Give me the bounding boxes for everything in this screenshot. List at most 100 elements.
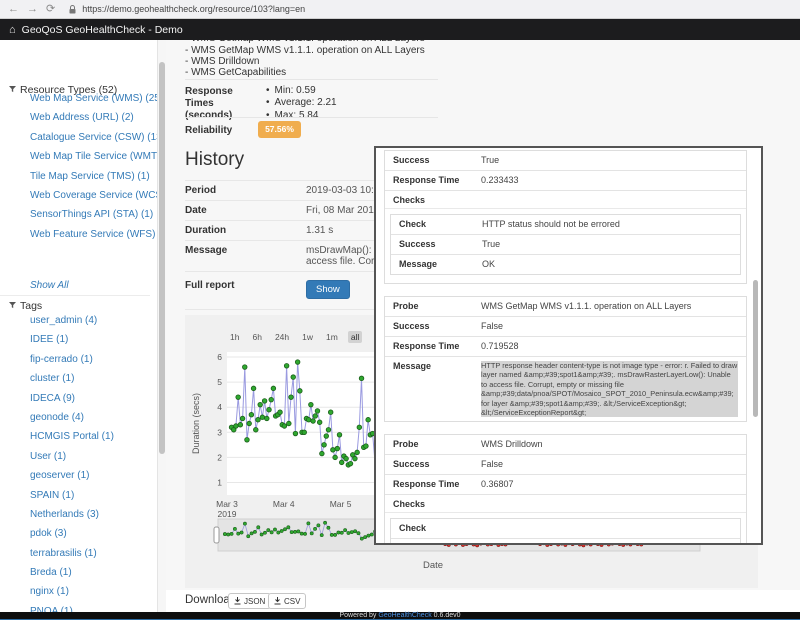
report-row-value: 0.36807 <box>481 479 738 490</box>
svg-text:1: 1 <box>217 477 222 487</box>
report-row-label: Success <box>399 239 482 250</box>
sidebar-item-tag[interactable]: PNOA (1) <box>30 602 114 612</box>
report-row-label: Probe <box>393 301 481 312</box>
report-row: ProbeWMS GetMap WMS v1.1.1. operation on… <box>385 297 746 317</box>
probe-line: - WMS GetMap WMS v1.1.1. operation on AL… <box>185 45 425 56</box>
clipped-probe-line: - WMS GetMap WMS v1.1.1. operation on AL… <box>185 40 435 44</box>
page-scrollbar[interactable] <box>158 40 166 612</box>
report-row-value: HTTP response header content-type is not… <box>481 361 738 417</box>
sidebar-item-resource-type[interactable]: Web Address (URL) (2) <box>30 108 158 127</box>
browser-chrome: ← → ⟳ https://demo.geohealthcheck.org/re… <box>0 0 800 19</box>
section-divider <box>185 79 438 80</box>
report-row: Response Time0.233433 <box>385 171 746 191</box>
download-row: Download: JSON CSV <box>166 590 800 612</box>
show-all-link[interactable]: Show All <box>30 280 69 291</box>
report-block: ProbeWMS GetMap WMS v1.1.1. operation on… <box>384 296 747 422</box>
sidebar-item-resource-type[interactable]: Catalogue Service (CSW) (13) <box>30 128 158 147</box>
sidebar-item-tag[interactable]: IDEE (1) <box>30 330 114 349</box>
report-row-label: Probe <box>393 439 481 450</box>
range-button-1m[interactable]: 1m <box>323 331 341 343</box>
filter-icon <box>9 300 16 312</box>
app-brand[interactable]: GeoQoS GeoHealthCheck - Demo <box>22 24 183 36</box>
sidebar-item-tag[interactable]: nginx (1) <box>30 582 114 601</box>
sidebar-item-resource-type[interactable]: Tile Map Service (TMS) (1) <box>30 167 158 186</box>
home-icon[interactable]: ⌂ <box>9 24 16 36</box>
url-bar[interactable]: https://demo.geohealthcheck.org/resource… <box>82 4 305 14</box>
sidebar-item-resource-type[interactable]: Web Feature Service (WFS) (4) <box>30 225 158 244</box>
report-row: CheckHTTP status should not be errored <box>391 215 740 235</box>
report-row-label: Response Time <box>393 479 481 490</box>
report-row-label: Response Time <box>393 341 481 352</box>
report-row-label: Success <box>393 321 481 332</box>
report-row-value: True <box>482 543 732 545</box>
report-row: Response Time0.36807 <box>385 475 746 495</box>
svg-text:2019: 2019 <box>218 509 237 519</box>
report-row-value: True <box>481 155 738 166</box>
svg-text:4: 4 <box>217 402 222 412</box>
download-icon <box>274 597 281 605</box>
sidebar-item-tag[interactable]: Netherlands (3) <box>30 505 114 524</box>
report-row: ProbeWMS Drilldown <box>385 435 746 455</box>
report-row-value: WMS Drilldown <box>481 439 738 450</box>
report-row: SuccessTrue <box>385 151 746 171</box>
sidebar-item-tag[interactable]: HCMGIS Portal (1) <box>30 427 114 446</box>
report-row-value: OK <box>482 259 732 270</box>
svg-text:5: 5 <box>217 377 222 387</box>
sidebar-item-resource-type[interactable]: Web Coverage Service (WCS) (2) <box>30 186 158 205</box>
download-csv-button[interactable]: CSV <box>268 593 306 609</box>
sidebar-item-tag[interactable]: user_admin (4) <box>30 311 114 330</box>
page-scrollbar-thumb[interactable] <box>159 62 165 454</box>
report-row-value: 0.719528 <box>481 341 738 352</box>
reliability-label: Reliability <box>185 125 232 137</box>
checks-label: Checks <box>385 495 746 513</box>
sidebar-item-tag[interactable]: terrabrasilis (1) <box>30 544 114 563</box>
range-button-24h[interactable]: 24h <box>272 331 292 343</box>
sidebar-item-tag[interactable]: SPAIN (1) <box>30 486 114 505</box>
range-button-1w[interactable]: 1w <box>299 331 316 343</box>
report-row-label: Check <box>399 219 482 230</box>
report-overlay: SuccessTrueResponse Time0.233433ChecksCh… <box>374 146 763 545</box>
report-row-label: Response Time <box>393 175 481 186</box>
geohealthcheck-link[interactable]: GeoHealthCheck <box>378 612 431 619</box>
report-row-value: 0.233433 <box>481 175 738 186</box>
sidebar-item-tag[interactable]: geonode (4) <box>30 408 114 427</box>
sidebar-item-tag[interactable]: pdok (3) <box>30 524 114 543</box>
sidebar-item-resource-type[interactable]: SensorThings API (STA) (1) <box>30 205 158 224</box>
sidebar-item-tag[interactable]: Breda (1) <box>30 563 114 582</box>
probe-list: - WMS GetMap WMS v1.1.1. operation on AL… <box>185 45 425 79</box>
sidebar-item-tag[interactable]: IDECA (9) <box>30 389 114 408</box>
sidebar-item-tag[interactable]: cluster (1) <box>30 369 114 388</box>
sidebar-item-resource-type[interactable]: Web Map Tile Service (WMTS) (4) <box>30 147 158 166</box>
refresh-icon[interactable]: ⟳ <box>46 0 55 19</box>
range-button-6h[interactable]: 6h <box>249 331 264 343</box>
svg-text:Duration (secs): Duration (secs) <box>191 393 201 454</box>
report-row-value: True <box>482 239 732 250</box>
tag-list: user_admin (4)IDEE (1)fip-cerrado (1)clu… <box>30 311 114 612</box>
download-json-button[interactable]: JSON <box>228 593 271 609</box>
svg-text:3: 3 <box>217 427 222 437</box>
report-row: Check <box>391 519 740 539</box>
resource-type-list: Web Map Service (WMS) (25)Web Address (U… <box>30 89 158 244</box>
show-report-button[interactable]: Show <box>306 280 350 299</box>
range-button-all[interactable]: all <box>348 331 363 343</box>
report-block: ProbeWMS DrilldownSuccessFalseResponse T… <box>384 434 747 545</box>
report-row-value: WMS GetMap WMS v1.1.1. operation on ALL … <box>481 301 738 312</box>
footer: Powered by GeoHealthCheck 0.6.dev0 <box>0 612 800 620</box>
report-row: SuccessTrue <box>391 235 740 255</box>
report-row-value <box>482 523 732 534</box>
forward-icon[interactable]: → <box>27 0 38 19</box>
sidebar-item-tag[interactable]: User (1) <box>30 447 114 466</box>
report-row-label: Check <box>399 523 482 534</box>
report-row: SuccessFalse <box>385 455 746 475</box>
rangeslider-handle-left[interactable] <box>214 527 219 543</box>
back-icon[interactable]: ← <box>8 0 19 19</box>
overlay-scrollbar-thumb[interactable] <box>753 280 758 417</box>
probe-line: - WMS Drilldown <box>185 56 425 67</box>
sidebar-item-resource-type[interactable]: Web Map Service (WMS) (25) <box>30 89 158 108</box>
sidebar-item-tag[interactable]: fip-cerrado (1) <box>30 350 114 369</box>
range-button-1h[interactable]: 1h <box>227 331 242 343</box>
report-row-label: Message <box>393 361 481 417</box>
sidebar-item-tag[interactable]: geoserver (1) <box>30 466 114 485</box>
report-row: SuccessTrue <box>391 539 740 545</box>
svg-text:Date: Date <box>423 560 443 571</box>
